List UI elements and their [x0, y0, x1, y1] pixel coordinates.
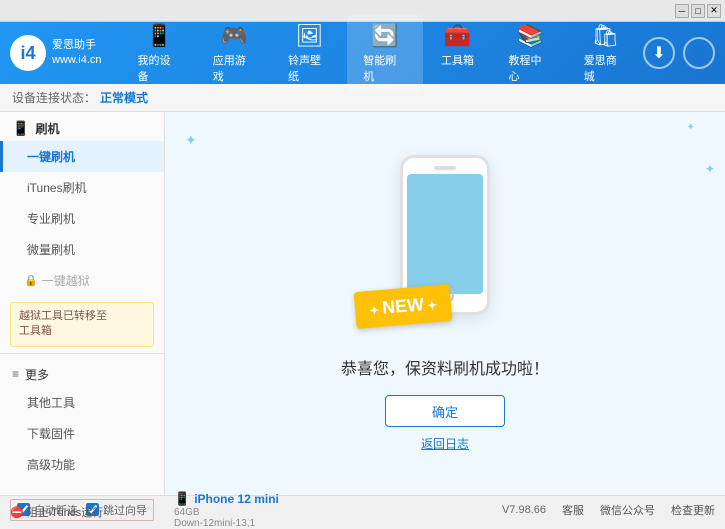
nav-flash[interactable]: 🔄 智能刷机: [347, 15, 422, 92]
sidebar-divider: [0, 353, 164, 354]
support-link[interactable]: 客服: [562, 502, 584, 518]
logo-circle: i4: [10, 35, 46, 71]
device-name: iPhone 12 mini: [194, 492, 279, 506]
sidebar-itunes[interactable]: iTunes刷机: [0, 172, 164, 203]
nav-apps[interactable]: 🎮 应用游戏: [197, 15, 272, 92]
tutorial-label: 教程中心: [509, 52, 552, 84]
ringtone-icon: 🖼: [296, 23, 324, 49]
sidebar-warning-box: 越狱工具已转移至工具箱: [10, 302, 154, 347]
back-link[interactable]: 返回日志: [421, 435, 469, 452]
phone-screen: [407, 174, 483, 294]
user-button[interactable]: 👤: [683, 37, 715, 69]
phone-speaker: [434, 166, 456, 170]
flash-label: 智能刷机: [363, 52, 406, 84]
bottom-right: V7.98.66 客服 微信公众号 检查更新: [502, 502, 715, 518]
nav-right: ⬇ 👤: [643, 37, 715, 69]
sidebar-other-tools[interactable]: 其他工具: [0, 387, 164, 418]
my-device-icon: 📱: [145, 23, 172, 49]
tools-label: 工具箱: [441, 52, 474, 68]
version-label: V7.98.66: [502, 504, 546, 516]
shop-label: 爱思商城: [584, 52, 627, 84]
sidebar-micro[interactable]: 微量刷机: [0, 234, 164, 265]
logo-line2: www.i4.cn: [52, 53, 102, 68]
sparkle-icon-1: ✦: [185, 132, 197, 149]
stop-itunes-button[interactable]: ⛔ 阻止iTunes运行: [10, 504, 103, 520]
phone-illustration: NEW: [365, 155, 525, 335]
nav-tutorial[interactable]: 📚 教程中心: [493, 15, 568, 92]
status-label: 设备连接状态：: [12, 89, 96, 106]
nav-items: 📱 我的设备 🎮 应用游戏 🖼 铃声壁纸 🔄 智能刷机 🧰 工具箱 📚 教程中心…: [122, 15, 643, 92]
sidebar: 📱 刷机 一键刷机 iTunes刷机 专业刷机 微量刷机 🔒 一键越狱 越狱工具…: [0, 112, 165, 495]
sidebar-jailbreak: 🔒 一键越狱: [0, 265, 164, 296]
my-device-label: 我的设备: [138, 52, 181, 84]
device-model: Down-12mini-13,1: [174, 518, 279, 529]
success-text: 恭喜您，保资料刷机成功啦！: [341, 355, 549, 379]
logo-area: i4 爱思助手 www.i4.cn: [10, 35, 102, 71]
main-area: 📱 刷机 一键刷机 iTunes刷机 专业刷机 微量刷机 🔒 一键越狱 越狱工具…: [0, 112, 725, 495]
window-controls[interactable]: ─ □ ✕: [675, 4, 721, 18]
flash-icon: 🔄: [371, 23, 398, 49]
logo-text: 爱思助手 www.i4.cn: [52, 38, 102, 69]
shop-icon: 🛍: [591, 23, 619, 49]
apps-icon: 🎮: [221, 23, 248, 49]
stop-itunes-icon: ⛔: [10, 506, 24, 519]
lock-icon: 🔒: [24, 274, 38, 287]
tools-icon: 🧰: [444, 23, 471, 49]
sidebar-more-title: ≡ 更多: [0, 358, 164, 387]
sparkle-icon-2: ✦: [687, 122, 695, 133]
device-icon: 📱: [174, 491, 190, 507]
flash-section-icon: 📱: [12, 120, 29, 137]
sidebar-jailbreak-label: 一键越狱: [42, 272, 90, 289]
new-badge: NEW: [354, 284, 453, 329]
logo-icon: i4: [20, 43, 35, 64]
bottom-bar: 自动断连 跳过向导 📱 iPhone 12 mini 64GB Down-12m…: [0, 495, 725, 523]
stop-itunes-label: 阻止iTunes运行: [27, 504, 104, 520]
skip-wizard-label: 跳过向导: [103, 502, 147, 518]
download-button[interactable]: ⬇: [643, 37, 675, 69]
sidebar-download-firmware[interactable]: 下载固件: [0, 418, 164, 449]
nav-shop[interactable]: 🛍 爱思商城: [568, 15, 643, 92]
top-nav: i4 爱思助手 www.i4.cn 📱 我的设备 🎮 应用游戏 🖼 铃声壁纸 🔄…: [0, 22, 725, 84]
confirm-button[interactable]: 确定: [385, 395, 505, 427]
sidebar-professional[interactable]: 专业刷机: [0, 203, 164, 234]
sidebar-more-label: 更多: [25, 366, 49, 383]
flash-section-title: 📱 刷机: [0, 112, 164, 141]
nav-ringtone[interactable]: 🖼 铃声壁纸: [272, 15, 347, 92]
nav-my-device[interactable]: 📱 我的设备: [122, 15, 197, 92]
flash-section-label: 刷机: [35, 120, 59, 137]
content-area: ✦ ✦ ✦ NEW 恭喜您，保资料刷机成功啦！ 确定 返回日志: [165, 112, 725, 495]
minimize-button[interactable]: ─: [675, 4, 689, 18]
close-button[interactable]: ✕: [707, 4, 721, 18]
sidebar-one-click[interactable]: 一键刷机: [0, 141, 164, 172]
sidebar-advanced[interactable]: 高级功能: [0, 449, 164, 480]
maximize-button[interactable]: □: [691, 4, 705, 18]
nav-tools[interactable]: 🧰 工具箱: [423, 15, 493, 92]
sparkle-icon-3: ✦: [705, 162, 715, 176]
logo-line1: 爱思助手: [52, 38, 102, 53]
status-value: 正常模式: [100, 89, 148, 106]
tutorial-icon: 📚: [516, 23, 543, 49]
apps-label: 应用游戏: [213, 52, 256, 84]
ringtone-label: 铃声壁纸: [288, 52, 331, 84]
update-link[interactable]: 检查更新: [671, 502, 715, 518]
wechat-link[interactable]: 微信公众号: [600, 502, 655, 518]
device-storage: 64GB: [174, 507, 279, 518]
more-icon: ≡: [12, 367, 19, 381]
